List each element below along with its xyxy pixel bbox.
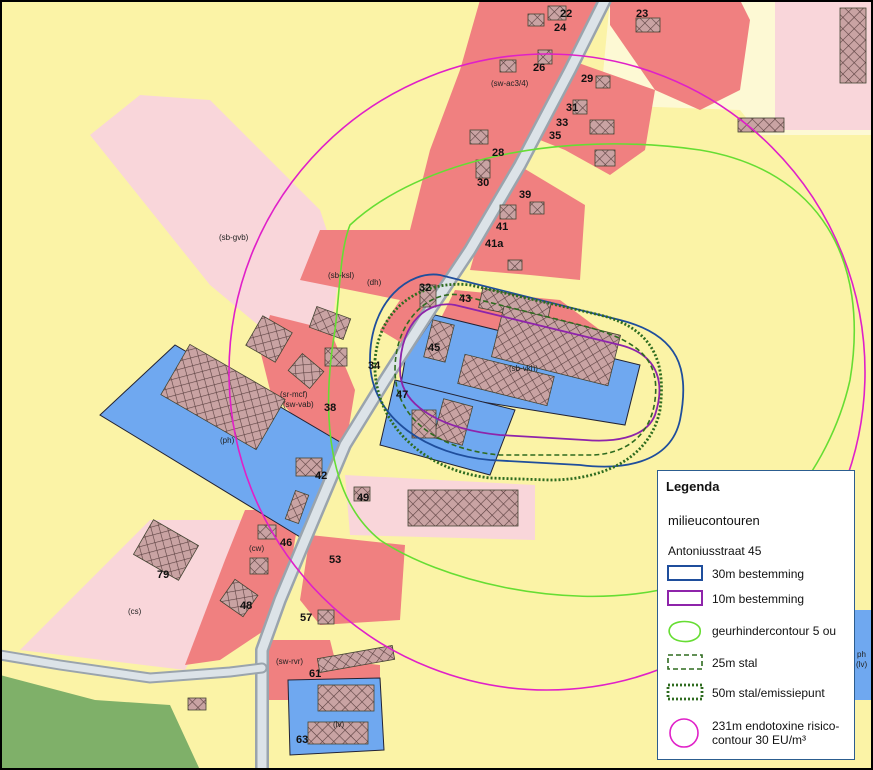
house-number: 26 [533,62,545,74]
legend-swatch [667,565,703,581]
legend-item-endotoxine[interactable]: 231m endotoxine risico-contour 30 EU/m³ [666,717,852,751]
building [595,75,611,89]
zone-code: (sw-vab) [283,400,314,409]
house-number: 38 [324,402,336,414]
legend-label: 30m bestemming [712,567,805,581]
zone-code: (sb-gvb) [219,233,249,242]
house-number: 34 [368,360,381,372]
house-number: 53 [329,554,341,566]
house-number: 63 [296,734,308,746]
house-number: 61 [309,668,321,680]
house-number: 57 [300,612,312,624]
zone-code: (sw-rvr) [276,657,303,666]
house-number: 41a [485,238,504,250]
house-number: 42 [315,470,327,482]
building [249,557,269,575]
zone-red-53 [300,535,405,625]
house-number: 48 [240,600,252,612]
legend-item-25m-stal[interactable]: 25m stal [666,651,852,675]
legend-item-10m-bestemming[interactable]: 10m bestemming [666,587,852,611]
building [839,7,867,84]
house-number: 35 [549,130,561,142]
legend-item-50m-stal[interactable]: 50m stal/emissiepunt [666,681,852,705]
legend-title: Legenda [666,479,720,494]
legend-item-geurhindercontour[interactable]: geurhindercontour 5 ou [666,619,852,643]
legend-swatch [667,590,703,606]
house-number: 47 [396,389,408,401]
house-number: 39 [519,189,531,201]
house-number: 22 [560,8,572,20]
building [407,489,519,527]
house-number: 30 [477,177,489,189]
zone-code: (sr-mcf) [280,390,308,399]
house-number: 28 [492,147,504,159]
building [324,347,348,367]
house-number: 46 [280,537,292,549]
legend-label: geurhindercontour 5 ou [712,624,837,638]
building [589,119,615,135]
house-number: 43 [459,293,471,305]
building [499,59,517,73]
legend-swatch [666,683,704,701]
legend-label: 50m stal/emissiepunt [712,686,825,700]
building [187,697,207,711]
building [527,13,545,27]
house-number: 31 [566,102,578,114]
legend-swatch [667,654,703,670]
house-number: 49 [357,492,369,504]
building [737,117,785,133]
legend-label: 25m stal [712,656,758,670]
house-number: 33 [556,117,568,129]
legend-item-30m-bestemming[interactable]: 30m bestemming [666,562,852,586]
legend-label: 231m endotoxine risico-contour 30 EU/m³ [712,719,840,747]
building [317,684,375,712]
building [529,201,545,215]
house-number: 45 [428,342,440,354]
building [635,17,661,33]
zone-code: (dh) [367,278,382,287]
building [257,524,277,540]
house-number: 24 [554,22,567,34]
building [469,129,489,145]
zone-code: (ph) [220,436,235,445]
legend-swatch [668,620,701,643]
building [507,259,523,271]
zone-code: (lv) [333,720,344,729]
zone-code: (lv) [856,660,867,669]
building [594,149,616,167]
legend-panel: Legenda milieucontouren Antoniusstraat 4… [657,470,855,760]
zone-code: (cs) [128,607,142,616]
zone-code: ph [857,650,866,659]
zone-code: (sw-ac3/4) [491,79,529,88]
house-number: 79 [157,569,169,581]
legend-group-title: Antoniusstraat 45 [668,544,762,558]
zone-code: (sb-ksl) [328,271,355,280]
map-view[interactable]: 22 23 24 26 29 31 33 35 28 30 39 41 41a … [0,0,873,770]
house-number: 23 [636,8,648,20]
legend-subtitle: milieucontouren [668,513,760,528]
house-number: 29 [581,73,593,85]
building [499,204,517,220]
house-number: 41 [496,221,508,233]
legend-swatch [669,718,699,748]
house-number: 32 [419,282,431,294]
zone-code: (sb-vkh) [509,364,538,373]
building [317,609,335,625]
building [475,159,491,179]
legend-label: 10m bestemming [712,592,805,606]
zone-code: (cw) [249,544,264,553]
